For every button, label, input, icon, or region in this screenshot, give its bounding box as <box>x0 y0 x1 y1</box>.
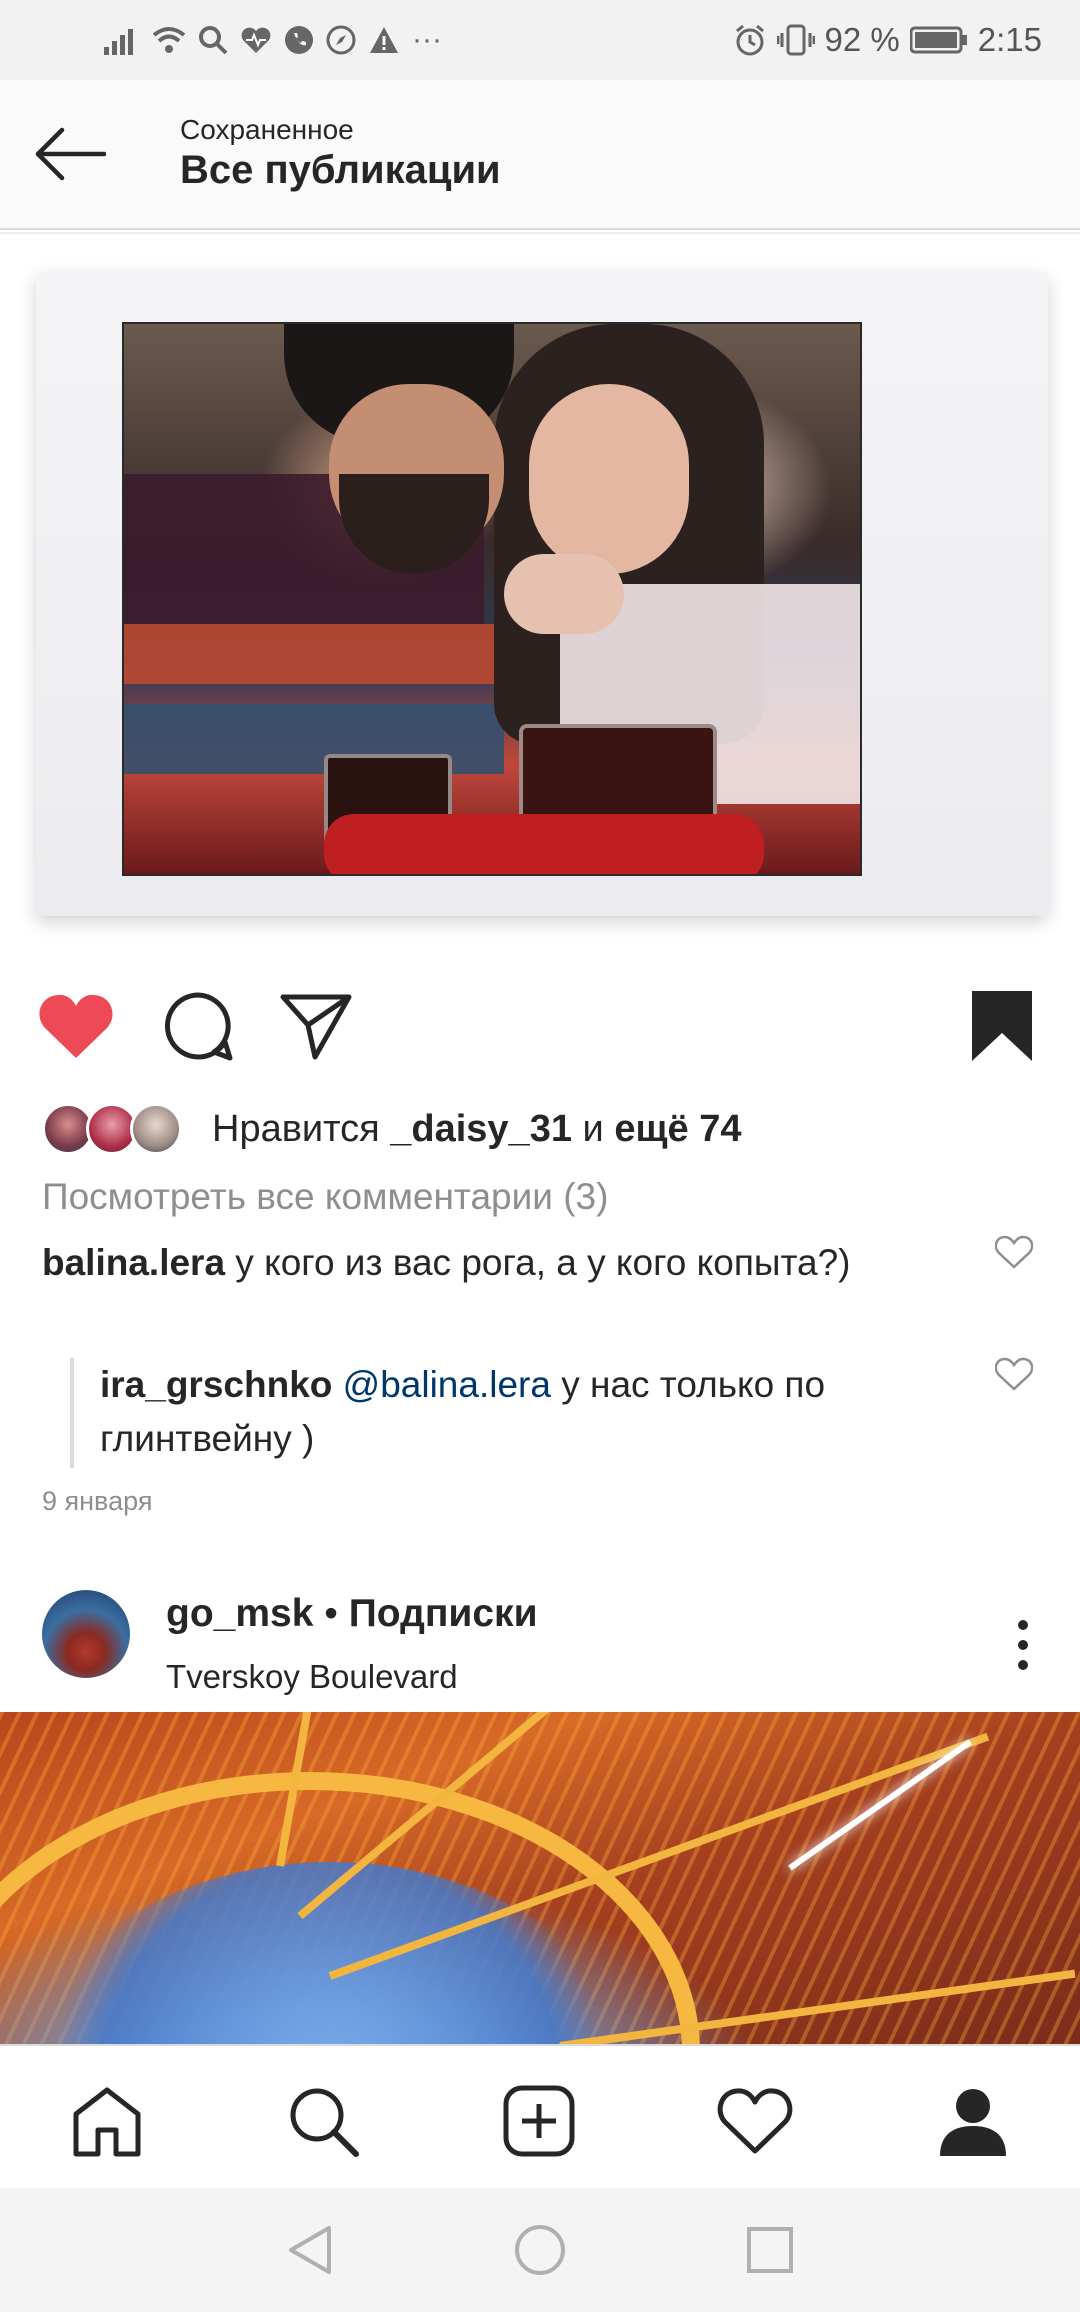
header-divider <box>0 232 1080 234</box>
header: Сохраненное Все публикации <box>0 80 1080 230</box>
view-all-comments-link[interactable]: Посмотреть все комментарии (3) <box>42 1176 608 1218</box>
couple-photo <box>122 322 862 876</box>
liker-avatars <box>42 1099 192 1159</box>
like-reply-button[interactable] <box>994 1354 1034 1394</box>
search-status-icon <box>198 25 228 55</box>
post-date: 9 января <box>42 1486 153 1516</box>
system-home-button[interactable] <box>510 2220 570 2280</box>
save-button[interactable] <box>962 986 1042 1066</box>
status-right-icons: 92 % 2:15 <box>733 18 1042 62</box>
warning-icon <box>368 25 400 55</box>
comment-text: у кого из вас рога, а у кого копыта?) <box>225 1242 851 1283</box>
bookmark-filled-icon <box>972 991 1032 1061</box>
phone-icon <box>284 25 314 55</box>
instax-frame <box>36 272 1048 916</box>
nav-profile[interactable] <box>928 2076 1018 2166</box>
circle-home-icon <box>515 2225 565 2275</box>
likes-row[interactable]: Нравится _daisy_31 и ещё 74 <box>42 1094 741 1164</box>
reply-comment: ira_grschnko @balina.lera у нас только п… <box>100 1358 950 1466</box>
follow-status[interactable]: Подписки <box>349 1592 538 1635</box>
post-action-bar <box>0 972 1080 1072</box>
clock-time: 2:15 <box>977 21 1042 58</box>
like-button[interactable] <box>36 986 116 1066</box>
more-vertical-icon <box>1018 1620 1028 1670</box>
back-button[interactable] <box>30 122 110 186</box>
likes-more[interactable]: ещё 74 <box>614 1108 741 1150</box>
add-post-icon <box>503 2085 575 2157</box>
likes-middle: и <box>571 1107 615 1150</box>
system-back-button[interactable] <box>280 2220 340 2280</box>
comment: balina.lera у кого из вас рога, а у кого… <box>42 1236 962 1290</box>
next-post-username[interactable]: go_msk <box>166 1592 313 1635</box>
alarm-icon <box>733 23 767 57</box>
post-image[interactable] <box>0 236 1080 944</box>
arrow-left-icon <box>35 127 107 181</box>
heart-filled-icon <box>39 994 113 1058</box>
next-post-image[interactable] <box>0 1712 1080 2044</box>
reply-username[interactable]: ira_grschnko <box>100 1364 332 1405</box>
next-post-location[interactable]: Tverskoy Boulevard <box>166 1658 458 1696</box>
profile-icon <box>940 2089 1006 2156</box>
status-bar: ··· 92 % 2:15 <box>0 0 1080 80</box>
battery-icon <box>909 25 968 55</box>
nav-create[interactable] <box>494 2076 584 2166</box>
liker-avatar <box>130 1103 182 1155</box>
comment-button[interactable] <box>158 986 238 1066</box>
compass-icon <box>326 25 356 55</box>
battery-percent: 92 % <box>824 21 900 58</box>
like-comment-button[interactable] <box>994 1232 1034 1272</box>
dot-separator: • <box>313 1592 349 1635</box>
signal-icon <box>104 25 140 55</box>
home-icon <box>73 2087 141 2157</box>
heart-outline-icon <box>995 1235 1033 1269</box>
heart-outline-icon <box>717 2088 793 2154</box>
triangle-back-icon <box>289 2226 331 2274</box>
likes-prefix: Нравится <box>212 1107 391 1150</box>
nav-search[interactable] <box>278 2076 368 2166</box>
heart-pulse-icon <box>240 25 272 55</box>
wifi-icon <box>152 25 186 55</box>
liker-username[interactable]: _daisy_31 <box>390 1108 572 1150</box>
heart-outline-icon <box>995 1357 1033 1391</box>
page-title: Все публикации <box>180 148 501 192</box>
share-button[interactable] <box>276 986 356 1066</box>
vibrate-icon <box>776 23 815 57</box>
more-notifications-icon: ··· <box>412 23 442 56</box>
comment-bubble-icon <box>165 992 233 1061</box>
next-post-username-row: go_msk • Подписки <box>166 1592 538 1636</box>
bottom-nav <box>0 2044 1080 2190</box>
reply-mention[interactable]: @balina.lera <box>343 1364 551 1405</box>
nav-home[interactable] <box>62 2076 152 2166</box>
search-icon <box>290 2088 359 2157</box>
next-post-header: go_msk • Подписки Tverskoy Boulevard <box>0 1580 1080 1710</box>
nav-activity[interactable] <box>710 2076 800 2166</box>
next-post-avatar[interactable] <box>42 1590 130 1678</box>
square-recents-icon <box>747 2227 793 2273</box>
system-recents-button[interactable] <box>740 2220 800 2280</box>
system-nav-bar <box>0 2188 1080 2312</box>
header-subtitle: Сохраненное <box>180 114 354 145</box>
comment-username[interactable]: balina.lera <box>42 1242 225 1283</box>
reply-thread-line <box>70 1358 74 1468</box>
likes-text: Нравится _daisy_31 и ещё 74 <box>212 1108 741 1151</box>
paper-plane-icon <box>280 994 352 1060</box>
more-options-button[interactable] <box>998 1610 1048 1680</box>
status-left-icons: ··· <box>104 18 442 62</box>
